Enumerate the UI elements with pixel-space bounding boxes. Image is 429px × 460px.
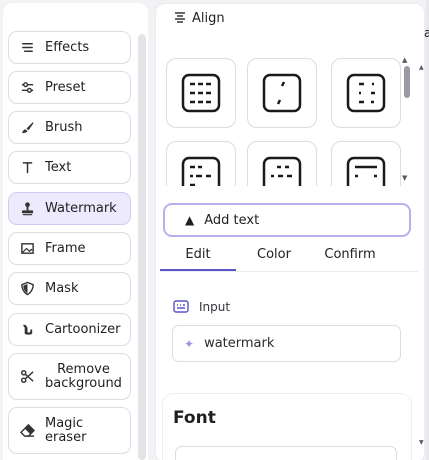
grid-scroll-up-icon[interactable]: ▲: [402, 56, 407, 64]
sidebar-item-label: Mask: [45, 280, 79, 296]
position-tile[interactable]: [331, 58, 401, 128]
stamp-icon: [9, 201, 45, 216]
align-heading: Align: [174, 7, 225, 29]
sidebar-item-magic-eraser[interactable]: Magic eraser: [8, 407, 131, 454]
sidebar-item-label: Brush: [45, 119, 83, 135]
sidebar-item-label: Remove background: [45, 361, 122, 391]
edge-text: a: [424, 26, 429, 40]
tab-confirm[interactable]: Confirm: [312, 244, 388, 271]
cat-icon: [9, 322, 45, 337]
eraser-icon: [9, 423, 45, 438]
triangle-icon: ▲: [185, 213, 195, 227]
sidebar-scrollbar[interactable]: [138, 34, 146, 460]
sidebar-item-label: Cartoonizer: [45, 321, 121, 337]
sidebar-item-mask[interactable]: Mask: [8, 272, 131, 305]
align-right-icon: [346, 73, 386, 113]
sidebar-item-label: Magic eraser: [45, 415, 87, 445]
sidebar-item-cartoonizer[interactable]: Cartoonizer: [8, 313, 131, 346]
align-diagonal-icon: [262, 73, 302, 113]
shield-icon: [9, 281, 45, 296]
align-left-icon: [181, 156, 221, 186]
grid-scrollbar-thumb[interactable]: [404, 66, 410, 98]
input-label-text: Input: [199, 300, 231, 314]
tab-edit[interactable]: Edit: [160, 244, 236, 271]
grid-scroll-down-icon[interactable]: ▼: [402, 174, 407, 182]
sidebar-item-label: Text: [45, 159, 72, 175]
position-tile[interactable]: [247, 141, 317, 186]
panel-scrollbar[interactable]: ▲ ▼: [419, 64, 424, 446]
watermark-text-value: watermark: [204, 336, 275, 351]
align-center-icon: [175, 12, 185, 23]
align-top-full-icon: [346, 156, 386, 186]
sparkle-icon: ✦: [184, 336, 195, 351]
sidebar-item-brush[interactable]: Brush: [8, 111, 131, 144]
align-full-icon: [181, 73, 221, 113]
position-tile[interactable]: [247, 58, 317, 128]
sidebar-item-watermark[interactable]: Watermark: [8, 192, 131, 225]
brush-icon: [9, 120, 45, 135]
sidebar-item-frame[interactable]: Frame: [8, 232, 131, 265]
frame-image-icon: [9, 241, 45, 256]
sidebar-item-label: Effects: [45, 39, 90, 55]
font-section: Font: [163, 394, 411, 460]
settings-tabs: Edit Color Confirm: [160, 244, 418, 272]
font-select[interactable]: [175, 446, 397, 460]
effects-lines-icon: [9, 40, 45, 55]
align-top-icon: [262, 156, 302, 186]
sidebar-item-text[interactable]: Text: [8, 151, 131, 184]
position-grid: ▲ ▼: [156, 54, 424, 186]
keyboard-icon: [173, 300, 189, 313]
font-heading: Font: [173, 408, 216, 428]
scissors-icon: [9, 369, 45, 384]
align-label: Align: [192, 10, 225, 26]
add-text-button[interactable]: ▲ Add text: [163, 203, 411, 237]
text-t-icon: [9, 160, 45, 175]
tab-color[interactable]: Color: [236, 244, 312, 271]
sidebar-item-label: Watermark: [45, 200, 117, 216]
watermark-settings-panel: Align ▲ ▼ ▲ Add text Edit Color Confirm: [155, 3, 425, 460]
tools-sidebar: Effects Preset Brush Text Watermark Fram…: [0, 0, 150, 460]
position-tile[interactable]: [166, 141, 236, 186]
sidebar-item-label: Preset: [45, 79, 86, 95]
input-section-label: Input: [173, 300, 230, 314]
position-tile[interactable]: [331, 141, 401, 186]
position-tile[interactable]: [166, 58, 236, 128]
sidebar-item-remove-background[interactable]: Remove background: [8, 353, 131, 400]
sliders-icon: [9, 80, 45, 95]
watermark-text-input[interactable]: ✦ watermark: [172, 325, 401, 362]
sidebar-item-preset[interactable]: Preset: [8, 71, 131, 104]
sidebar-item-effects[interactable]: Effects: [8, 31, 131, 64]
add-text-label: Add text: [204, 212, 260, 228]
panel-scroll-down-icon[interactable]: ▼: [419, 439, 424, 446]
panel-scroll-up-icon[interactable]: ▲: [419, 64, 424, 71]
sidebar-item-label: Frame: [45, 240, 86, 256]
